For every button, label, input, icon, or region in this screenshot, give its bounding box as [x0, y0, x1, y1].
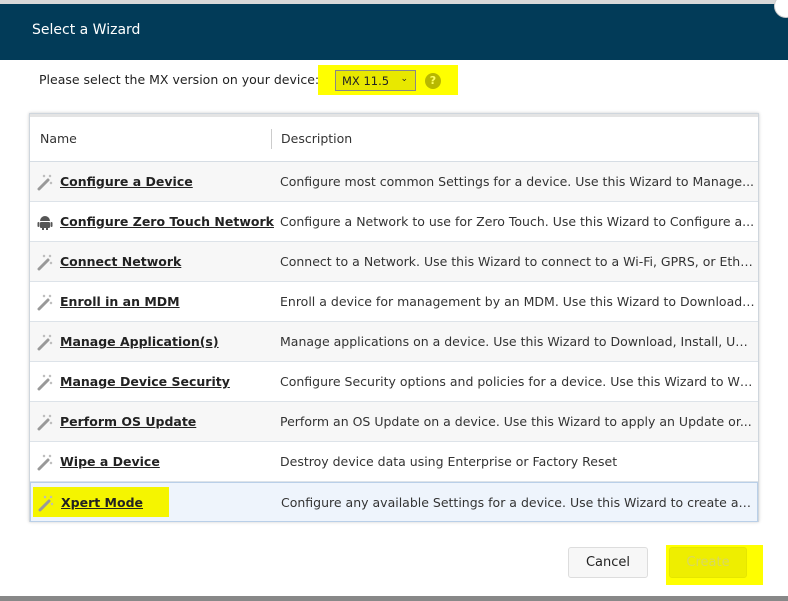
table-row[interactable]: Configure Zero Touch Network Configure a …	[30, 202, 758, 242]
wand-icon	[36, 413, 54, 431]
mx-version-select[interactable]: MX 11.5 ⌄	[335, 70, 416, 91]
wizard-name-link[interactable]: Xpert Mode	[61, 495, 143, 510]
wizard-description: Configure a Network to use for Zero Touc…	[280, 214, 755, 229]
wizard-description: Configure Security options and policies …	[280, 374, 755, 389]
table-row[interactable]: Connect Network Connect to a Network. Use…	[30, 242, 758, 282]
wizard-name-link[interactable]: Wipe a Device	[60, 454, 160, 469]
wand-icon	[36, 253, 54, 271]
wand-icon	[36, 293, 54, 311]
wizard-name-link[interactable]: Manage Device Security	[60, 374, 230, 389]
wizard-description: Perform an OS Update on a device. Use th…	[280, 414, 752, 429]
wizard-name-link[interactable]: Connect Network	[60, 254, 181, 269]
wand-icon	[36, 333, 54, 351]
wizard-description: Enroll a device for management by an MDM…	[280, 294, 755, 309]
wand-icon	[36, 373, 54, 391]
chevron-down-icon: ⌄	[400, 74, 408, 84]
dialog-title: Select a Wizard	[32, 22, 141, 38]
wizard-name-link[interactable]: Manage Application(s)	[60, 334, 219, 349]
table-row[interactable]: Manage Device Security Configure Security…	[30, 362, 758, 402]
table-row[interactable]: Manage Application(s) Manage applications…	[30, 322, 758, 362]
wizard-description: Destroy device data using Enterprise or …	[280, 454, 618, 469]
table-row[interactable]: Wipe a Device Destroy device data using E…	[30, 442, 758, 482]
create-button[interactable]: Create	[669, 547, 747, 578]
table-row[interactable]: Configure a Device Configure most common …	[30, 162, 758, 202]
wizard-name-link[interactable]: Configure Zero Touch Network	[60, 214, 274, 229]
wand-icon	[36, 173, 54, 191]
wizard-name-link[interactable]: Configure a Device	[60, 174, 193, 189]
help-icon[interactable]: ?	[425, 73, 441, 89]
android-icon	[36, 213, 54, 231]
wand-icon	[37, 494, 55, 512]
wizard-name-link[interactable]: Perform OS Update	[60, 414, 196, 429]
mx-version-label: Please select the MX version on your dev…	[39, 72, 320, 87]
table-row[interactable]: Perform OS Update Perform an OS Update on…	[30, 402, 758, 442]
column-header-description[interactable]: Description	[281, 131, 352, 146]
table-row[interactable]: Enroll in an MDM Enroll a device for mana…	[30, 282, 758, 322]
wizard-description: Connect to a Network. Use this Wizard to…	[280, 254, 755, 269]
wizard-description: Manage applications on a device. Use thi…	[280, 334, 755, 349]
table-header: Name Description	[30, 114, 758, 162]
column-divider[interactable]	[271, 129, 272, 149]
cancel-button[interactable]: Cancel	[568, 547, 648, 578]
wizard-description: Configure most common Settings for a dev…	[280, 174, 755, 189]
mx-version-value: MX 11.5	[342, 74, 390, 88]
wizard-name-link[interactable]: Enroll in an MDM	[60, 294, 180, 309]
bottom-bar	[0, 596, 788, 601]
wand-icon	[36, 453, 54, 471]
dialog-header: Select a Wizard	[0, 0, 788, 60]
column-header-name[interactable]: Name	[40, 131, 77, 146]
wizard-table: Name Description Configure a Device Confi…	[29, 113, 759, 522]
close-button[interactable]	[774, 0, 788, 18]
wizard-description: Configure any available Settings for a d…	[281, 495, 756, 510]
table-row[interactable]: Xpert Mode Configure any available Settin…	[30, 482, 758, 522]
